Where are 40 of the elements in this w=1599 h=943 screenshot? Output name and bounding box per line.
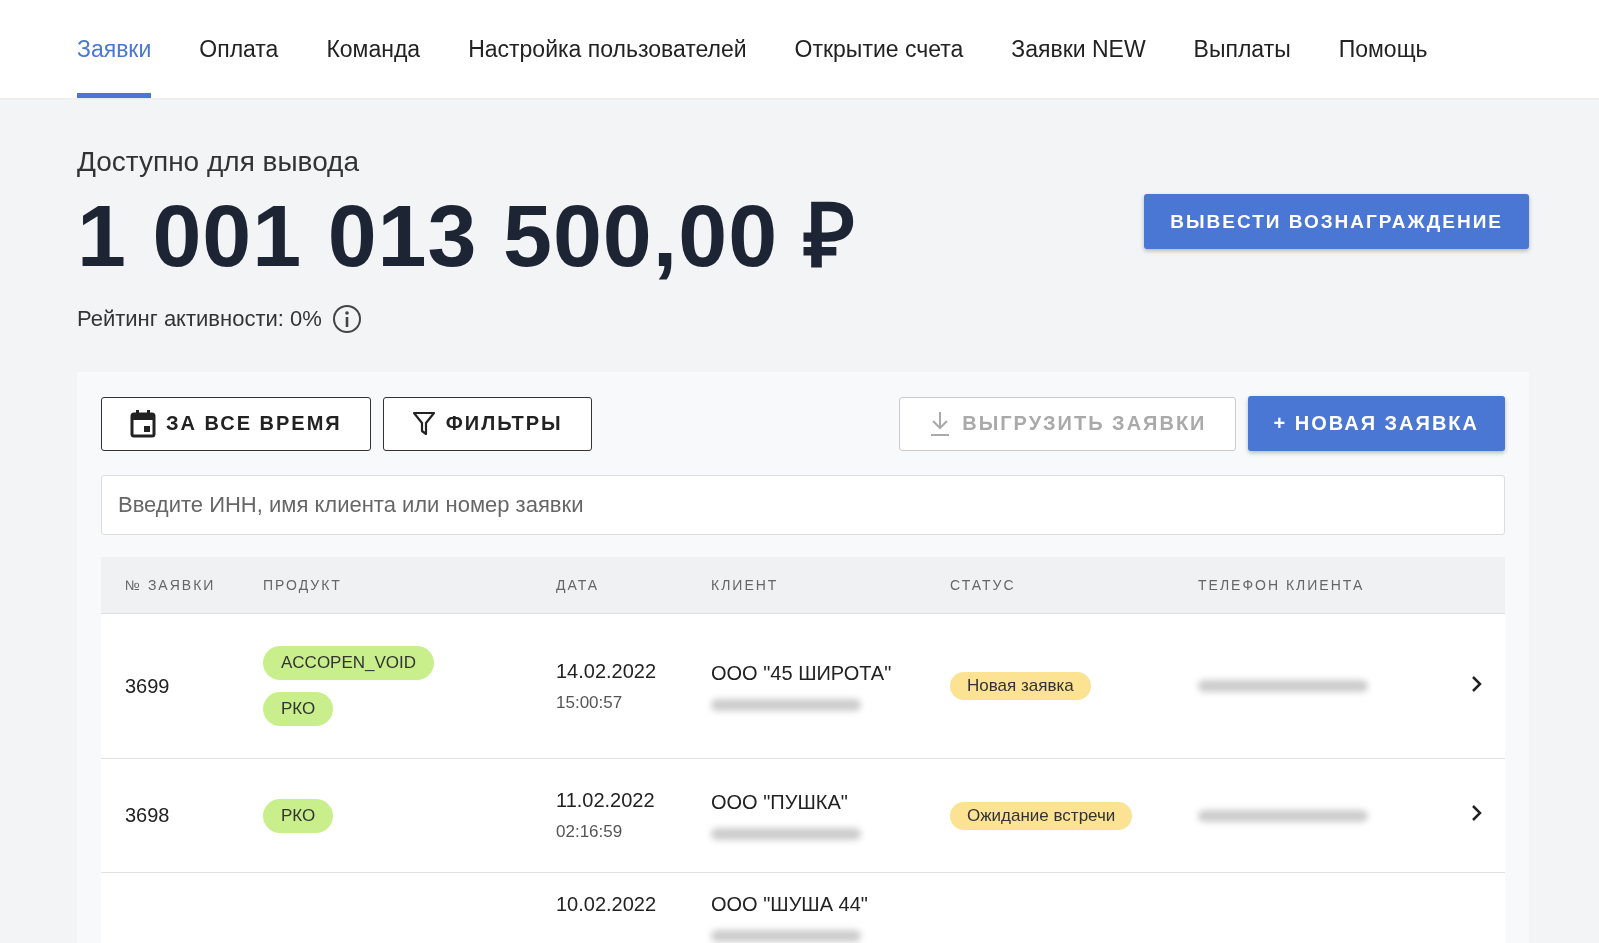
product-tag: РКО bbox=[263, 798, 334, 833]
client-name: ООО "45 ШИРОТА" bbox=[711, 661, 893, 685]
withdraw-button[interactable]: ВЫВЕСТИ ВОЗНАГРАЖДЕНИЕ bbox=[1144, 194, 1529, 249]
nav-tab[interactable]: Настройка пользователей bbox=[468, 0, 747, 98]
column-header: ДАТА bbox=[555, 577, 601, 593]
request-number: 3699 bbox=[125, 674, 170, 697]
search-field[interactable]: Введите ИНН, имя клиента или номер заявки bbox=[101, 475, 1505, 535]
calendar-icon bbox=[130, 409, 156, 438]
activity-rating: Рейтинг активности: 0% bbox=[77, 306, 322, 332]
nav-tab[interactable]: Команда bbox=[326, 0, 421, 98]
info-icon[interactable] bbox=[331, 304, 362, 334]
request-time: 02:16:59 bbox=[556, 822, 624, 842]
client-name: ООО "ПУШКА" bbox=[711, 791, 849, 814]
nav-tab[interactable]: Открытие счета bbox=[794, 0, 964, 98]
status-tag: Ожидание встречи bbox=[950, 801, 1133, 830]
column-header: № ЗАЯВКИ bbox=[124, 577, 217, 593]
request-date: 11.02.2022 bbox=[556, 789, 656, 812]
product-tag: ACCOPEN_VOID bbox=[263, 646, 435, 680]
column-header: ТЕЛЕФОН КЛИЕНТА bbox=[1197, 577, 1366, 593]
nav-tab[interactable]: Помощь bbox=[1338, 0, 1428, 98]
nav-tab[interactable]: Заявки bbox=[77, 0, 152, 98]
column-header: КЛИЕНТ bbox=[710, 577, 780, 593]
nav-tab[interactable]: Оплата bbox=[199, 0, 279, 98]
request-number: 3698 bbox=[125, 804, 170, 826]
balance-amount: 1 001 013 500,00 ₽ bbox=[77, 192, 856, 280]
status-tag: Новая заявка bbox=[950, 672, 1091, 700]
column-header: СТАТУС bbox=[949, 577, 1017, 593]
client-name: ООО "ШУША 44" bbox=[711, 893, 869, 916]
request-date: 14.02.2022 bbox=[556, 659, 658, 683]
period-button[interactable]: ЗА ВСЕ ВРЕМЯ bbox=[101, 396, 371, 451]
request-date: 10.02.2022 bbox=[556, 893, 658, 916]
filters-button[interactable]: ФИЛЬТРЫ bbox=[382, 396, 592, 451]
request-time: 15:00:57 bbox=[556, 692, 624, 713]
nav-tab[interactable]: Выплаты bbox=[1193, 0, 1291, 98]
product-tag: РКО bbox=[263, 692, 334, 726]
balance-label: Доступно для вывода bbox=[77, 146, 360, 178]
nav-tab[interactable]: Заявки NEW bbox=[1011, 0, 1146, 98]
column-header: ПРОДУКТ bbox=[262, 577, 343, 593]
filter-icon bbox=[411, 410, 436, 437]
new-request-button[interactable]: + НОВАЯ ЗАЯВКА bbox=[1247, 396, 1505, 451]
